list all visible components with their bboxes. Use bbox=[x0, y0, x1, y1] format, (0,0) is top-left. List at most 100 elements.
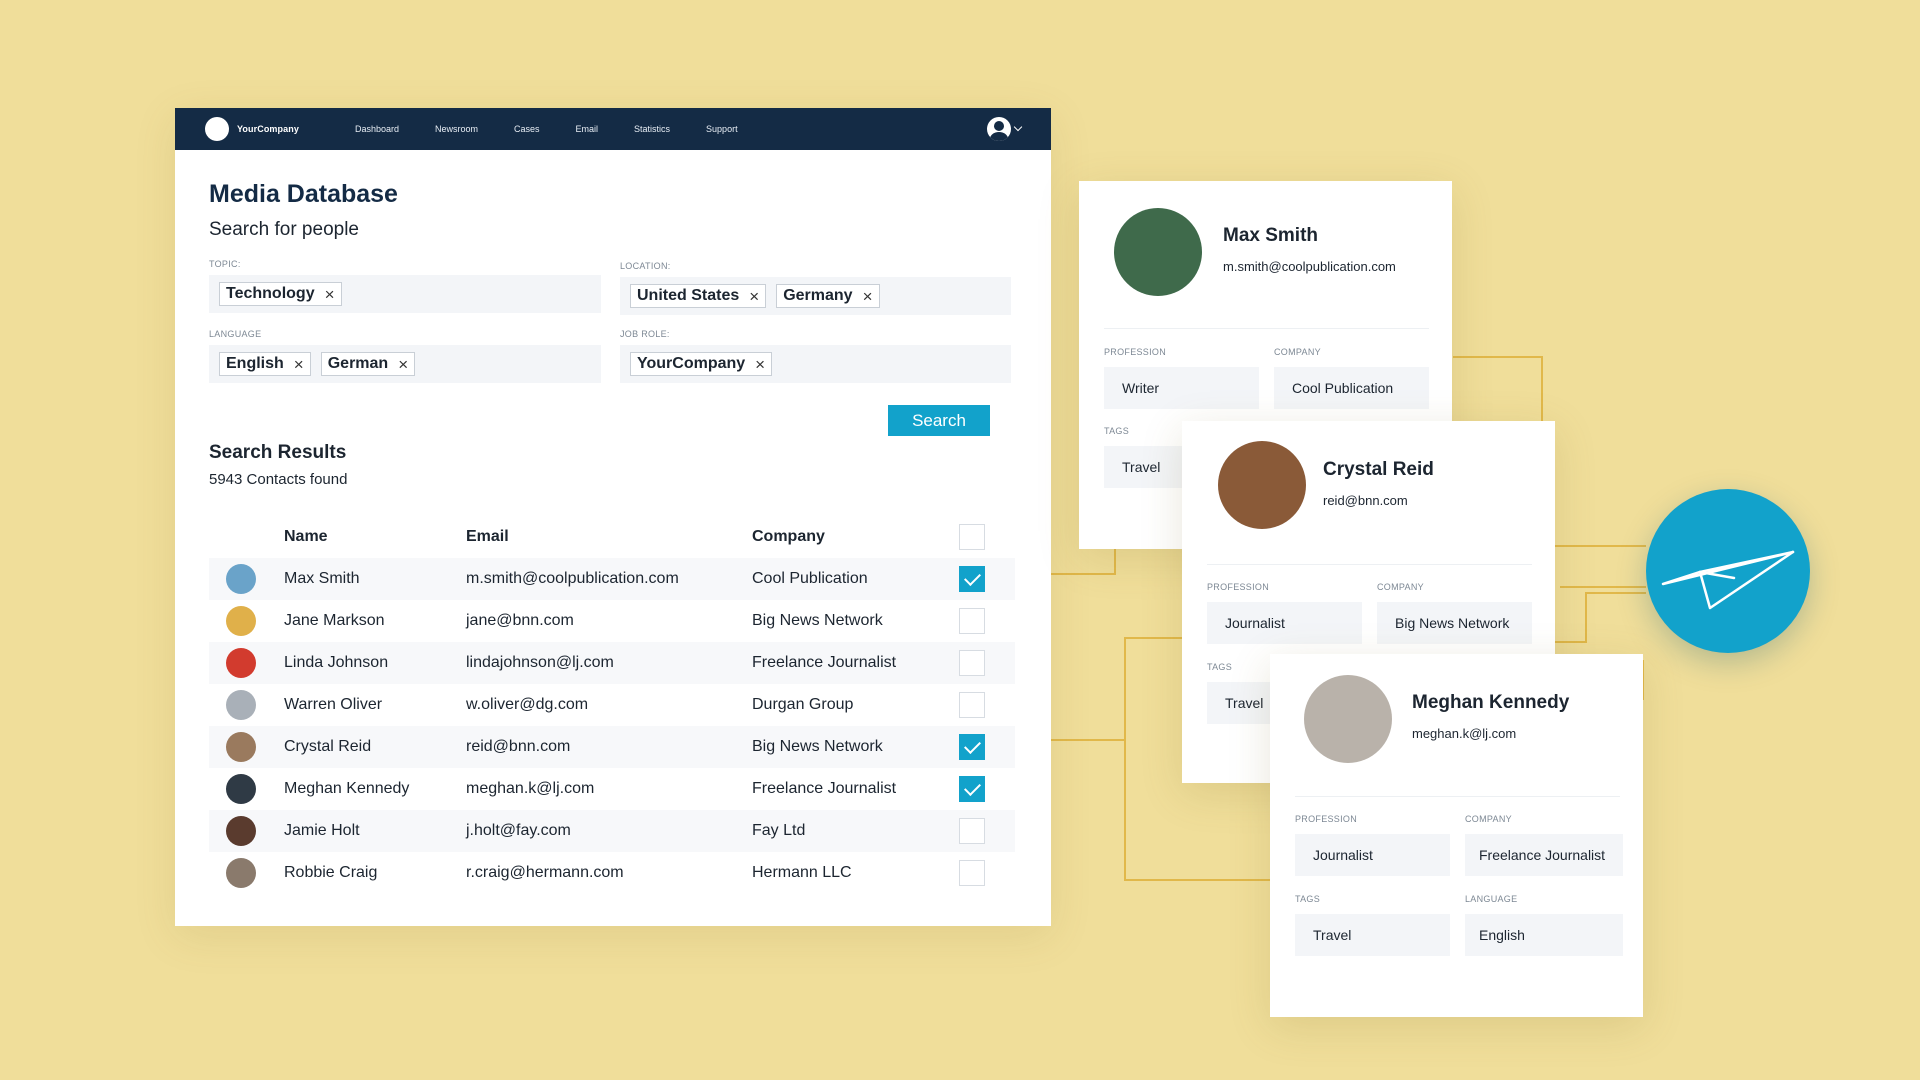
contact-email[interactable]: j.holt@fay.com bbox=[466, 822, 752, 840]
close-icon[interactable]: × bbox=[325, 286, 335, 303]
contact-company: Big News Network bbox=[752, 612, 883, 629]
row-checkbox[interactable] bbox=[959, 608, 985, 634]
company-label: COMPANY bbox=[1274, 347, 1321, 357]
user-menu[interactable] bbox=[987, 117, 1023, 141]
close-icon[interactable]: × bbox=[398, 356, 408, 373]
contact-email[interactable]: m.smith@coolpublication.com bbox=[466, 570, 752, 588]
job-role-input[interactable]: YourCompany × bbox=[620, 345, 1011, 383]
card-name: Crystal Reid bbox=[1323, 458, 1434, 480]
nav-item-newsroom[interactable]: Newsroom bbox=[435, 124, 478, 134]
table-header: Name Email Company bbox=[209, 516, 1015, 558]
card-email[interactable]: m.smith@coolpublication.com bbox=[1223, 259, 1396, 274]
contact-company: Durgan Group bbox=[752, 696, 854, 713]
contact-company: Hermann LLC bbox=[752, 864, 852, 881]
row-checkbox[interactable] bbox=[959, 566, 985, 592]
contact-email[interactable]: jane@bnn.com bbox=[466, 612, 752, 630]
profession-value: Journalist bbox=[1295, 834, 1450, 876]
page-subtitle: Search for people bbox=[209, 219, 359, 240]
contact-name[interactable]: Robbie Craig bbox=[284, 864, 466, 882]
topic-filter: TOPIC: Technology × bbox=[209, 259, 601, 313]
close-icon[interactable]: × bbox=[755, 356, 765, 373]
tags-value: Travel bbox=[1295, 914, 1450, 956]
table-row[interactable]: Max Smith m.smith@coolpublication.com Cool… bbox=[209, 558, 1015, 600]
contact-name[interactable]: Meghan Kennedy bbox=[284, 780, 466, 798]
card-name: Meghan Kennedy bbox=[1412, 691, 1570, 713]
row-checkbox[interactable] bbox=[959, 860, 985, 886]
company-logo-icon[interactable] bbox=[205, 117, 229, 141]
tags-label: TAGS bbox=[1207, 662, 1233, 672]
table-row[interactable]: Warren Oliver w.oliver@dg.com Durgan Group bbox=[209, 684, 1015, 726]
location-input[interactable]: United States × Germany × bbox=[620, 277, 1011, 315]
search-button[interactable]: Search bbox=[888, 405, 990, 436]
nav-item-email[interactable]: Email bbox=[576, 124, 599, 134]
contact-name[interactable]: Jamie Holt bbox=[284, 822, 466, 840]
contact-company: Fay Ltd bbox=[752, 822, 806, 839]
paper-plane-icon bbox=[1661, 550, 1795, 610]
card-email[interactable]: reid@bnn.com bbox=[1323, 493, 1434, 508]
avatar bbox=[1304, 675, 1392, 763]
avatar bbox=[226, 732, 256, 762]
profession-value: Journalist bbox=[1207, 602, 1362, 644]
select-all-checkbox[interactable] bbox=[959, 524, 985, 550]
table-row[interactable]: Meghan Kennedy meghan.k@lj.com Freelance J… bbox=[209, 768, 1015, 810]
location-filter: LOCATION: United States × Germany × bbox=[620, 261, 1011, 315]
contacts-table: Name Email Company Max Smith m.smith@cool… bbox=[209, 516, 1015, 894]
job-role-label: JOB ROLE: bbox=[620, 329, 670, 339]
row-checkbox[interactable] bbox=[959, 818, 985, 844]
card-email[interactable]: meghan.k@lj.com bbox=[1412, 726, 1569, 741]
table-row[interactable]: Jane Markson jane@bnn.com Big News Network bbox=[209, 600, 1015, 642]
column-header-email[interactable]: Email bbox=[466, 528, 752, 546]
language-value: English bbox=[1465, 914, 1623, 956]
nav-item-support[interactable]: Support bbox=[706, 124, 738, 134]
avatar bbox=[226, 774, 256, 804]
user-circle-icon bbox=[987, 117, 1011, 141]
profession-value: Writer bbox=[1104, 367, 1259, 409]
contact-email[interactable]: r.craig@hermann.com bbox=[466, 864, 752, 882]
results-count: 5943 Contacts found bbox=[209, 471, 348, 488]
nav-item-statistics[interactable]: Statistics bbox=[634, 124, 670, 134]
table-row[interactable]: Linda Johnson lindajohnson@lj.com Freelanc… bbox=[209, 642, 1015, 684]
row-checkbox[interactable] bbox=[959, 650, 985, 676]
row-checkbox[interactable] bbox=[959, 692, 985, 718]
job-role-filter: JOB ROLE: YourCompany × bbox=[620, 329, 1011, 383]
profile-card-meghan-kennedy[interactable]: Meghan Kennedy meghan.k@lj.com PROFESSIO… bbox=[1270, 654, 1643, 1017]
contact-company: Freelance Journalist bbox=[752, 654, 897, 671]
company-name[interactable]: YourCompany bbox=[237, 124, 299, 134]
contact-name[interactable]: Warren Oliver bbox=[284, 696, 466, 714]
table-row[interactable]: Crystal Reid reid@bnn.com Big News Network bbox=[209, 726, 1015, 768]
column-header-name[interactable]: Name bbox=[284, 528, 466, 546]
close-icon[interactable]: × bbox=[863, 288, 873, 305]
contact-company: Big News Network bbox=[752, 738, 883, 755]
table-row[interactable]: Jamie Holt j.holt@fay.com Fay Ltd bbox=[209, 810, 1015, 852]
avatar bbox=[226, 690, 256, 720]
contact-name[interactable]: Linda Johnson bbox=[284, 654, 466, 672]
contact-email[interactable]: lindajohnson@lj.com bbox=[466, 654, 752, 672]
contact-company: Freelance Journalist bbox=[752, 780, 897, 797]
language-input[interactable]: English × German × bbox=[209, 345, 601, 383]
topic-input[interactable]: Technology × bbox=[209, 275, 601, 313]
contact-name[interactable]: Jane Markson bbox=[284, 612, 466, 630]
column-header-company[interactable]: Company bbox=[752, 528, 959, 546]
contact-email[interactable]: w.oliver@dg.com bbox=[466, 696, 752, 714]
location-chip: United States × bbox=[630, 284, 767, 308]
nav-item-cases[interactable]: Cases bbox=[514, 124, 540, 134]
contact-name[interactable]: Max Smith bbox=[284, 570, 466, 588]
contact-name[interactable]: Crystal Reid bbox=[284, 738, 466, 756]
company-value: Freelance Journalist bbox=[1465, 834, 1623, 876]
nav-item-dashboard[interactable]: Dashboard bbox=[355, 124, 399, 134]
contact-email[interactable]: meghan.k@lj.com bbox=[466, 780, 752, 798]
close-icon[interactable]: × bbox=[294, 356, 304, 373]
row-checkbox[interactable] bbox=[959, 734, 985, 760]
contact-email[interactable]: reid@bnn.com bbox=[466, 738, 752, 756]
avatar bbox=[1218, 441, 1306, 529]
avatar bbox=[226, 564, 256, 594]
avatar bbox=[226, 648, 256, 678]
table-row[interactable]: Robbie Craig r.craig@hermann.com Hermann L… bbox=[209, 852, 1015, 894]
close-icon[interactable]: × bbox=[749, 288, 759, 305]
profession-label: PROFESSION bbox=[1207, 582, 1270, 592]
location-label: LOCATION: bbox=[620, 261, 671, 271]
location-chip: Germany × bbox=[776, 284, 880, 308]
send-button[interactable] bbox=[1646, 489, 1810, 653]
topic-label: TOPIC: bbox=[209, 259, 241, 269]
row-checkbox[interactable] bbox=[959, 776, 985, 802]
